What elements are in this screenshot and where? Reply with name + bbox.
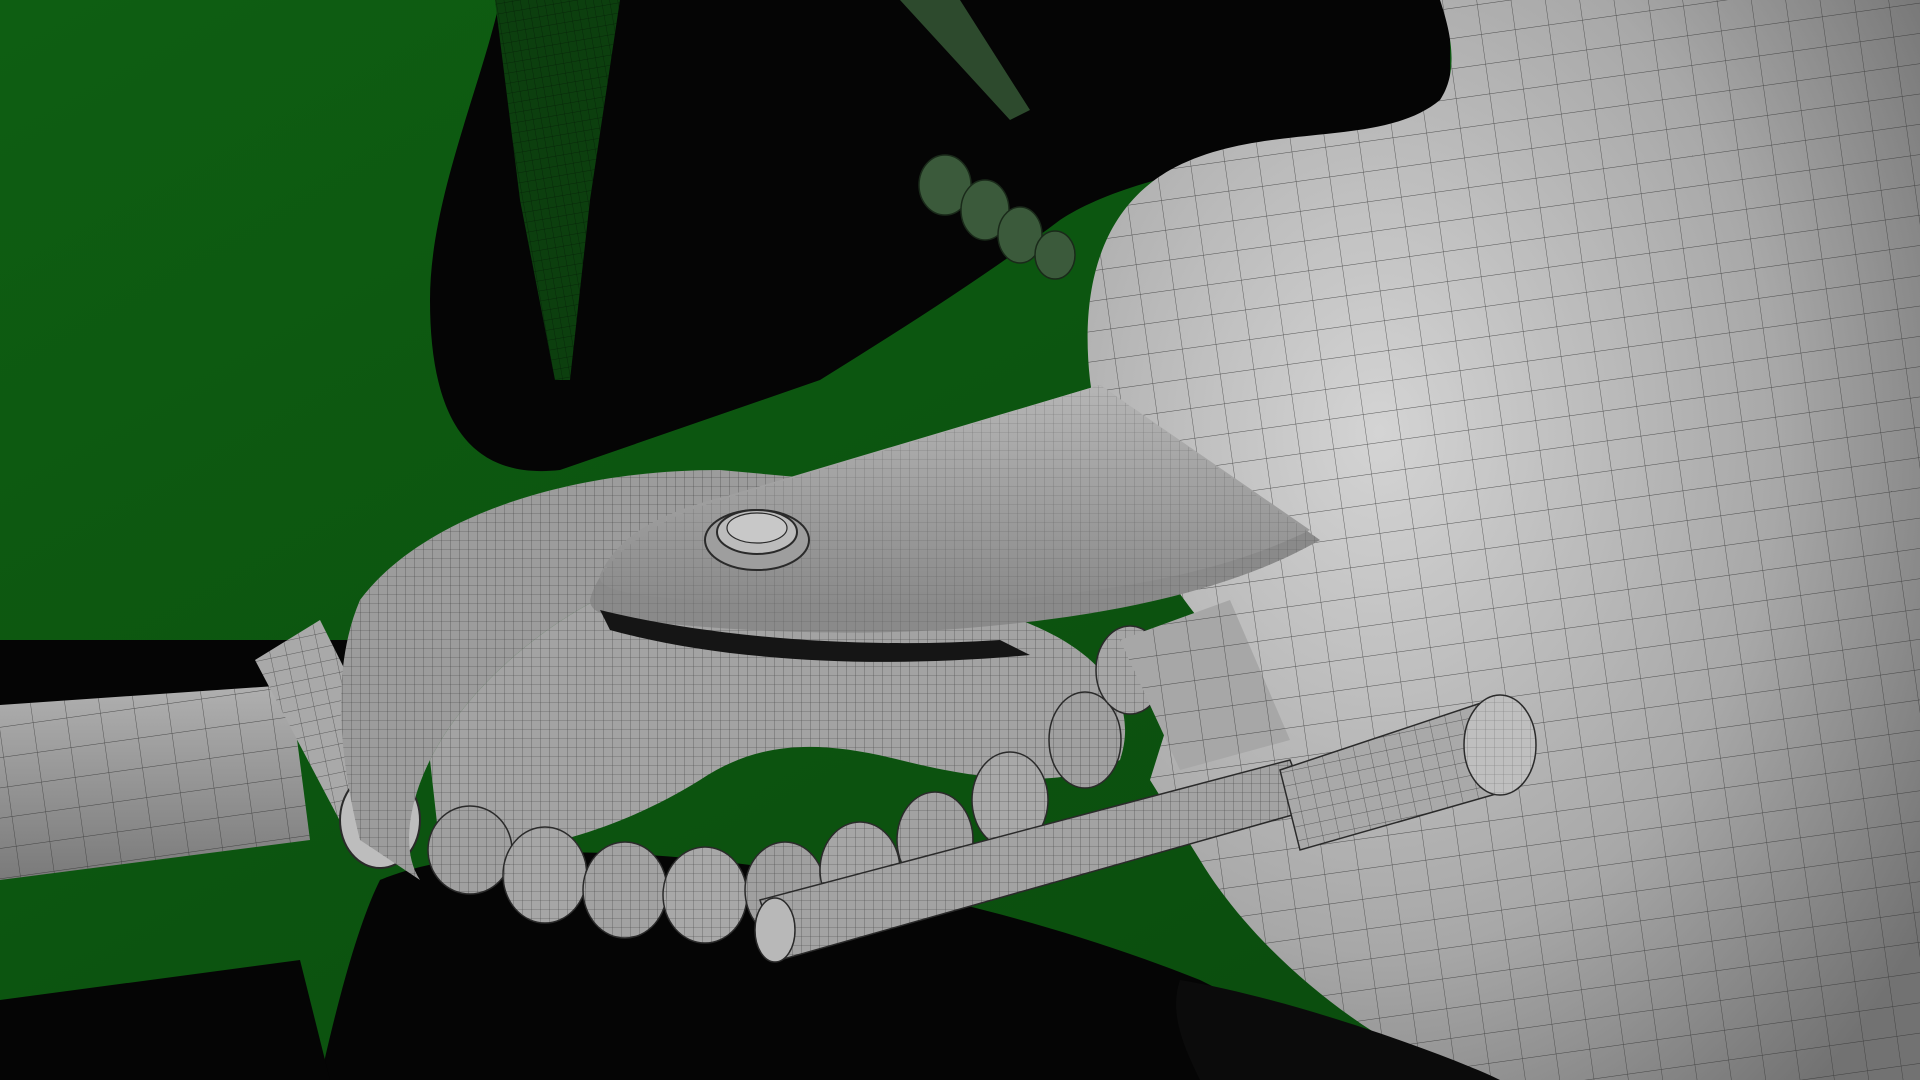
pivot-bolt: [704, 509, 810, 571]
render-viewport: [0, 0, 1920, 1080]
